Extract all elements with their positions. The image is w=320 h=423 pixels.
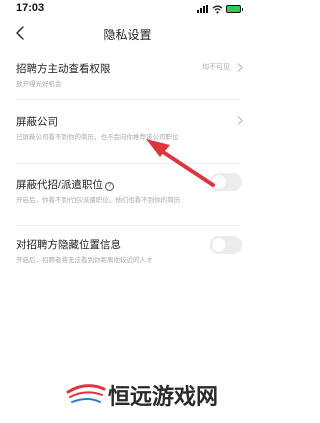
- signal-icon: [197, 5, 209, 13]
- status-bar: 17:03: [0, 0, 255, 18]
- watermark: 恒远游戏网: [66, 375, 246, 415]
- setting-description: 开启后，你看不到代招/派遣职位，他们也看不到你的简历: [16, 197, 181, 204]
- setting-title: 屏蔽公司: [16, 116, 58, 128]
- nav-bar: 隐私设置: [0, 22, 255, 46]
- setting-description: 开启后，招聘者将无法看到你距离他较近的人才: [16, 257, 153, 264]
- divider: [16, 163, 240, 164]
- chevron-right-icon: [237, 63, 243, 72]
- setting-hide-location: 对招聘方隐藏位置信息 开启后，招聘者将无法看到你距离他较近的人才: [16, 236, 244, 277]
- setting-block-companies[interactable]: 屏蔽公司 已屏蔽公司看不到你的简历，也不会向你推荐该公司职位: [16, 114, 244, 154]
- toggle-knob: [212, 238, 226, 252]
- status-time: 17:03: [16, 2, 45, 14]
- setting-description: 已屏蔽公司看不到你的简历，也不会向你推荐该公司职位: [16, 134, 179, 141]
- watermark-logo-icon: [66, 384, 106, 403]
- watermark-text: 恒远游戏网: [108, 384, 219, 410]
- status-icons: [197, 4, 243, 14]
- chevron-right-icon: [237, 116, 243, 125]
- toggle-block-agency-jobs[interactable]: [210, 173, 242, 191]
- setting-value: 均不可见: [202, 64, 230, 71]
- setting-recruiter-view-permission[interactable]: 招聘方主动查看权限 放开曝光好机会 均不可见: [16, 61, 244, 91]
- toggle-knob: [212, 175, 226, 189]
- setting-block-agency-jobs: 屏蔽代招/派遣职位? 开启后，你看不到代招/派遣职位，他们也看不到你的简历: [16, 173, 244, 217]
- setting-description: 放开曝光好机会: [16, 81, 62, 88]
- wifi-icon: [212, 4, 223, 13]
- battery-icon: [226, 5, 243, 13]
- divider: [16, 99, 240, 100]
- page-title: 隐私设置: [103, 28, 152, 42]
- help-icon[interactable]: ?: [104, 182, 114, 191]
- divider: [16, 225, 240, 226]
- toggle-hide-location[interactable]: [210, 236, 242, 254]
